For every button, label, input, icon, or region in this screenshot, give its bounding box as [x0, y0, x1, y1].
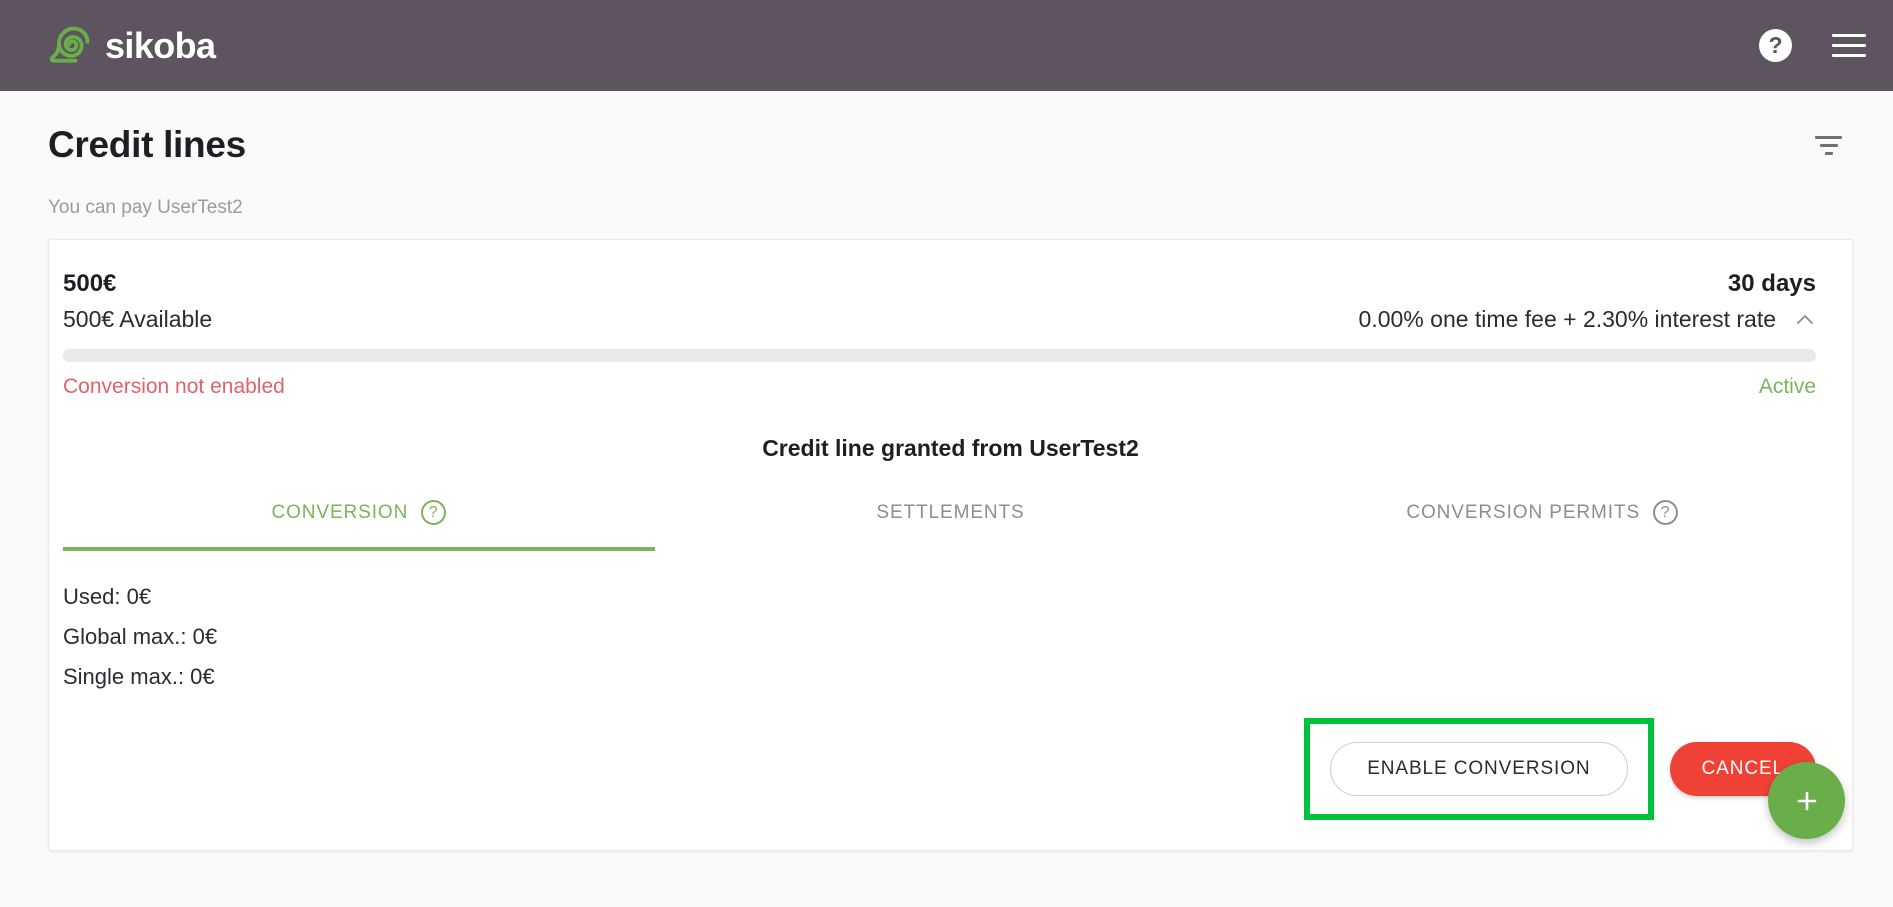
- credit-usage-progress-bar: [63, 349, 1816, 362]
- hamburger-menu-icon[interactable]: [1832, 34, 1866, 57]
- chevron-up-icon[interactable]: [1794, 309, 1816, 331]
- help-icon-glyph: ?: [1759, 29, 1792, 62]
- credit-line-amount: 500€: [63, 270, 117, 297]
- page-content: Credit lines You can pay UserTest2 500€ …: [0, 91, 1893, 907]
- enable-conversion-highlight-annotation: ENABLE CONVERSION: [1304, 718, 1654, 821]
- tab-conversion-permits[interactable]: CONVERSION PERMITS ?: [1246, 490, 1838, 551]
- page-header: Credit lines: [0, 91, 1893, 166]
- plus-icon: [1792, 786, 1822, 816]
- conversion-status-text: Conversion not enabled: [63, 375, 285, 398]
- page-subtitle: You can pay UserTest2: [48, 197, 243, 218]
- credit-line-card: 500€ 30 days 500€ Available 0.00% one ti…: [48, 239, 1853, 852]
- credit-line-available: 500€ Available: [63, 306, 213, 332]
- top-app-bar: sikoba ?: [0, 0, 1893, 91]
- credit-line-granted-title: Credit line granted from UserTest2: [762, 435, 1139, 461]
- tab-conversion-label: CONVERSION: [271, 501, 409, 523]
- conversion-permits-help-circle-outline-icon[interactable]: ?: [1653, 500, 1679, 525]
- conversion-global-max: Global max.: 0€: [63, 623, 218, 649]
- conversion-used: Used: 0€: [63, 584, 152, 609]
- tab-settlements-label: SETTLEMENTS: [876, 501, 1025, 523]
- add-credit-line-fab[interactable]: [1768, 762, 1845, 839]
- hamburger-bars: [1832, 34, 1866, 57]
- tab-conversion-permits-label: CONVERSION PERMITS: [1406, 501, 1641, 523]
- credit-line-tabs: CONVERSION ? SETTLEMENTS CONVERSION PERM…: [49, 490, 1852, 551]
- status-badge: Active: [1758, 375, 1816, 398]
- conversion-panel: Used: 0€ Global max.: 0€ Single max.: 0€…: [49, 551, 1852, 850]
- sikoba-snail-spiral-logo-icon: [48, 24, 92, 68]
- topbar-actions: ?: [1759, 29, 1866, 62]
- tab-conversion[interactable]: CONVERSION ?: [63, 490, 655, 551]
- filter-funnel-icon[interactable]: [1809, 130, 1848, 161]
- tab-settlements[interactable]: SETTLEMENTS: [655, 490, 1247, 551]
- conversion-actions: ENABLE CONVERSION CANCEL: [63, 718, 1816, 821]
- conversion-single-max: Single max.: 0€: [63, 663, 215, 689]
- credit-line-primary-row: 500€ 30 days: [63, 270, 1816, 298]
- credit-line-header[interactable]: 500€ 30 days 500€ Available 0.00% one ti…: [49, 240, 1852, 333]
- credit-line-rate: 0.00% one time fee + 2.30% interest rate: [1358, 306, 1776, 332]
- credit-line-rate-group: 0.00% one time fee + 2.30% interest rate: [1359, 306, 1816, 333]
- page-title: Credit lines: [48, 124, 246, 165]
- brand-name: sikoba: [105, 24, 216, 66]
- enable-conversion-button[interactable]: ENABLE CONVERSION: [1330, 742, 1628, 797]
- credit-line-term: 30 days: [1727, 270, 1816, 297]
- help-circle-icon[interactable]: ?: [1759, 29, 1792, 62]
- brand-logo-group[interactable]: sikoba: [48, 24, 216, 68]
- credit-line-status-row: Conversion not enabled Active: [49, 362, 1852, 399]
- conversion-help-circle-outline-icon[interactable]: ?: [421, 500, 447, 525]
- credit-line-secondary-row: 500€ Available 0.00% one time fee + 2.30…: [63, 306, 1816, 333]
